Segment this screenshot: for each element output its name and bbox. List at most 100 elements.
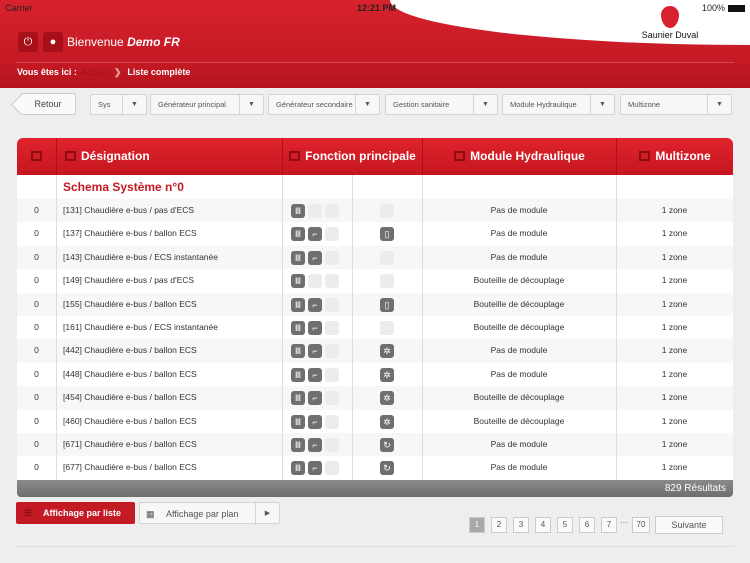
row-designation: [671] Chaudière e-bus / ballon ECS	[63, 439, 197, 449]
row-number: 0	[34, 415, 39, 426]
page-last[interactable]: 70	[632, 517, 650, 533]
row-designation: [677] Chaudière e-bus / ballon ECS	[63, 462, 197, 473]
table-row[interactable]: 0 [460] Chaudière e-bus / ballon ECS Ⅲ ⌐…	[17, 410, 733, 433]
row-number: 0	[34, 298, 39, 309]
empty-slot-icon	[325, 414, 339, 429]
breadcrumb-home[interactable]: Accueil	[81, 67, 110, 77]
row-zone: 1 zone	[661, 298, 688, 309]
empty-slot-icon	[325, 438, 339, 452]
table-row[interactable]: 0 [155] Chaudière e-bus / ballon ECS Ⅲ ⌐…	[17, 292, 733, 316]
chevron-down-icon: ▼	[473, 95, 497, 114]
row-module: Pas de module	[490, 462, 548, 473]
col-module[interactable]: Module Hydraulique	[422, 138, 616, 175]
row-zone: 1 zone	[661, 462, 688, 473]
filter-gestion-sanitaire[interactable]: Gestion sanitaire ▼	[385, 94, 498, 115]
chevron-down-icon: ▼	[707, 95, 731, 114]
empty-slot-icon	[308, 204, 322, 218]
row-designation: [155] Chaudière e-bus / ballon ECS	[63, 298, 197, 309]
tap-icon: ⌐	[308, 391, 322, 406]
none-icon	[380, 274, 394, 289]
row-number: 0	[34, 322, 39, 332]
filter-module-hydraulique[interactable]: Module Hydraulique ▼	[502, 94, 615, 115]
none-icon	[380, 204, 394, 218]
back-button[interactable]: Retour	[20, 93, 76, 115]
filter-multizone[interactable]: Multizone ▼	[620, 94, 732, 115]
row-zone: 1 zone	[661, 415, 688, 426]
power-button[interactable]: ⏻	[18, 32, 38, 52]
table-row[interactable]: 0 [137] Chaudière e-bus / ballon ECS Ⅲ ⌐…	[17, 222, 733, 245]
empty-slot-icon	[325, 461, 339, 476]
row-designation: [161] Chaudière e-bus / ECS instantanée	[63, 322, 218, 332]
logo-mark-icon	[661, 6, 679, 28]
table-row[interactable]: 0 [442] Chaudière e-bus / ballon ECS Ⅲ ⌐…	[17, 339, 733, 363]
row-zone: 1 zone	[661, 322, 688, 332]
play-icon: ▶	[255, 503, 279, 525]
sun-icon: ✲	[380, 367, 394, 382]
filter-sys[interactable]: Sys ▼	[90, 94, 147, 115]
clock: 12:21 PM	[357, 3, 397, 13]
row-number: 0	[34, 439, 39, 449]
table-row[interactable]: 0 [677] Chaudière e-bus / ballon ECS Ⅲ ⌐…	[17, 456, 733, 479]
row-designation: [454] Chaudière e-bus / ballon ECS	[63, 392, 197, 403]
row-zone: 1 zone	[661, 275, 688, 286]
filter-generateur-principal[interactable]: Générateur principal ▼	[150, 94, 264, 115]
radiator-icon: Ⅲ	[291, 438, 305, 452]
radiator-icon: Ⅲ	[291, 297, 305, 312]
page-1[interactable]: 1	[469, 517, 485, 533]
row-module: Pas de module	[490, 228, 548, 239]
page-2[interactable]: 2	[491, 517, 507, 533]
user-button[interactable]: ●	[43, 32, 63, 52]
col-designation[interactable]: Désignation	[56, 138, 282, 175]
list-view-button[interactable]: ☰ Affichage par liste	[16, 502, 135, 524]
row-zone: 1 zone	[661, 439, 688, 449]
grid-icon: ▦	[146, 509, 155, 519]
radiator-icon: Ⅲ	[291, 250, 305, 265]
divider	[16, 546, 734, 547]
plan-view-button[interactable]: ▦ Affichage par plan ▶	[139, 502, 280, 525]
row-number: 0	[34, 251, 39, 262]
page-7[interactable]: 7	[601, 517, 617, 533]
tap-icon: ⌐	[308, 297, 322, 312]
table-header: Désignation Fonction principale Module H…	[17, 138, 733, 175]
table-row[interactable]: 0 [161] Chaudière e-bus / ECS instantané…	[17, 316, 733, 339]
row-module: Pas de module	[490, 205, 548, 215]
table-row[interactable]: 0 [131] Chaudière e-bus / pas d'ECS Ⅲ Pa…	[17, 199, 733, 223]
filter-generateur-secondaire[interactable]: Générateur secondaire ▼	[268, 94, 380, 115]
chevron-right-icon: ❯	[113, 67, 122, 77]
col-multizone[interactable]: Multizone	[616, 138, 733, 175]
table-row[interactable]: 0 [448] Chaudière e-bus / ballon ECS Ⅲ ⌐…	[17, 363, 733, 386]
col-image	[17, 138, 56, 175]
cycle-icon: ↻	[380, 438, 394, 452]
row-number: 0	[34, 462, 39, 473]
radiator-icon: Ⅲ	[291, 204, 305, 218]
table-row[interactable]: 0 [671] Chaudière e-bus / ballon ECS Ⅲ ⌐…	[17, 433, 733, 457]
section-title: Schema Système n°0	[63, 180, 184, 194]
radiator-icon: Ⅲ	[291, 461, 305, 476]
table-row[interactable]: 0 [454] Chaudière e-bus / ballon ECS Ⅲ ⌐…	[17, 386, 733, 410]
radiator-icon: Ⅲ	[291, 321, 305, 335]
radiator-icon: Ⅲ	[291, 414, 305, 429]
table-row[interactable]: 0 [149] Chaudière e-bus / pas d'ECS Ⅲ Bo…	[17, 269, 733, 292]
radiator-icon: Ⅲ	[291, 227, 305, 242]
pagination-ellipsis: ···	[620, 518, 628, 527]
next-page-button[interactable]: Suivante	[655, 516, 723, 534]
row-module: Bouteille de découplage	[473, 298, 565, 309]
row-zone: 1 zone	[661, 392, 688, 403]
power-icon: ⏻	[23, 36, 33, 48]
radiator-icon: Ⅲ	[291, 391, 305, 406]
breadcrumb: Vous êtes ici : Accueil ❯ Liste complète	[17, 67, 191, 77]
row-designation: [137] Chaudière e-bus / ballon ECS	[63, 228, 197, 239]
none-icon	[380, 321, 394, 335]
row-zone: 1 zone	[661, 228, 688, 239]
row-module: Pas de module	[490, 368, 548, 379]
page-3[interactable]: 3	[513, 517, 529, 533]
empty-slot-icon	[308, 274, 322, 289]
page-4[interactable]: 4	[535, 517, 551, 533]
row-designation: [149] Chaudière e-bus / pas d'ECS	[63, 275, 195, 286]
empty-slot-icon	[325, 227, 339, 242]
col-fonction[interactable]: Fonction principale	[282, 138, 422, 175]
chevron-down-icon: ▼	[590, 95, 614, 114]
page-6[interactable]: 6	[579, 517, 595, 533]
page-5[interactable]: 5	[557, 517, 573, 533]
table-row[interactable]: 0 [143] Chaudière e-bus / ECS instantané…	[17, 245, 733, 270]
